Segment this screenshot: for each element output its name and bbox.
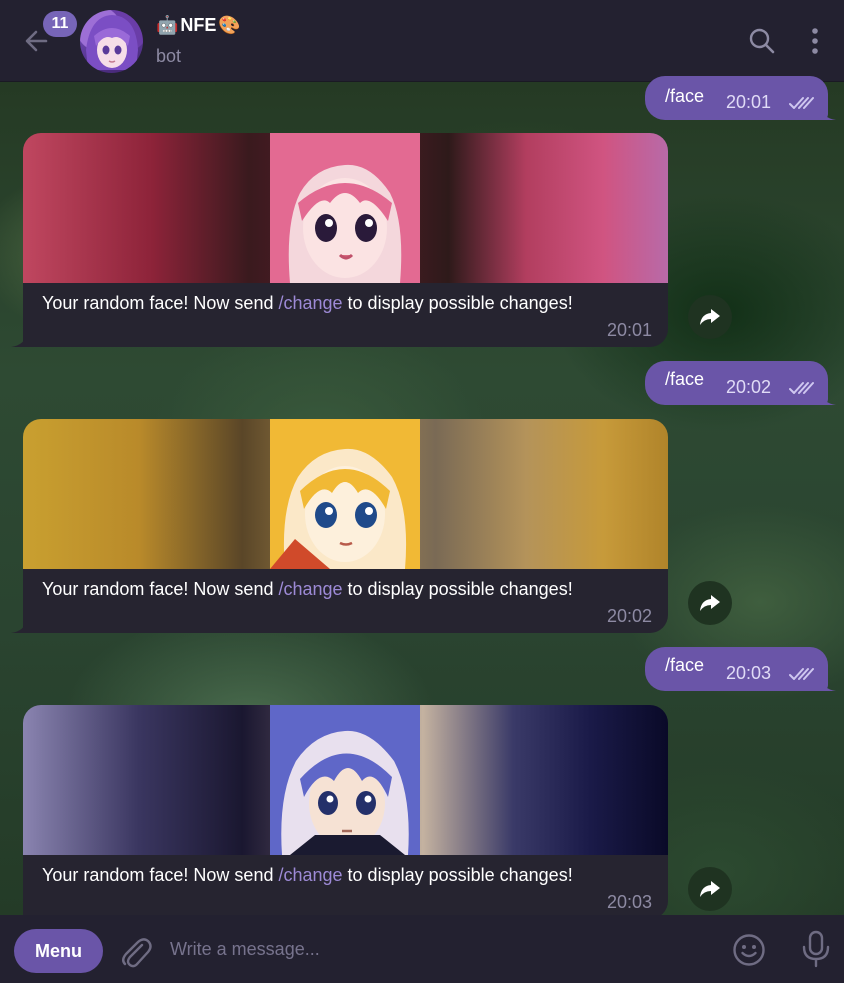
message-composer: Menu — [0, 915, 844, 983]
command-link[interactable]: /change — [278, 865, 342, 885]
forward-button[interactable] — [688, 581, 732, 625]
message-time: 20:03 — [726, 663, 772, 683]
double-check-icon — [789, 668, 814, 680]
emoji-icon — [733, 934, 765, 966]
caption-text: Your random face! Now send /change to di… — [42, 293, 573, 314]
caption-suffix: to display possible changes! — [342, 579, 573, 599]
forward-arrow-icon — [700, 309, 720, 325]
anime-face-image — [270, 705, 420, 855]
bubble-tail — [820, 677, 836, 691]
chat-header: 11 🤖 NFE 🎨 bot — [0, 0, 844, 82]
caption-prefix: Your random face! Now send — [42, 865, 279, 885]
forward-button[interactable] — [688, 295, 732, 339]
incoming-photo-message[interactable]: Your random face! Now send /change to di… — [11, 133, 668, 347]
attach-button[interactable] — [120, 935, 152, 969]
message-text: /face — [665, 655, 705, 675]
anime-face-image — [270, 419, 420, 569]
search-button[interactable] — [748, 27, 776, 55]
command-link[interactable]: /change — [278, 579, 342, 599]
forward-arrow-icon — [700, 881, 720, 897]
chat-title[interactable]: 🤖 NFE 🎨 — [156, 15, 241, 36]
outgoing-message[interactable]: /face 20:02 — [645, 361, 836, 405]
forward-arrow-icon — [700, 595, 720, 611]
search-icon — [749, 28, 775, 54]
avatar-face — [86, 15, 138, 70]
message-text: /face — [665, 86, 705, 106]
message-text: /face — [665, 369, 705, 389]
double-check-icon — [789, 382, 814, 394]
outgoing-message[interactable]: /face 20:03 — [645, 647, 836, 691]
more-button[interactable] — [803, 26, 827, 56]
robot-icon: 🤖 — [156, 15, 179, 35]
bubble-tail — [820, 391, 836, 405]
caption-text: Your random face! Now send /change to di… — [42, 579, 573, 600]
outgoing-message[interactable]: /face 20:01 — [645, 76, 836, 120]
incoming-photo-message[interactable]: Your random face! Now send /change to di… — [23, 705, 668, 919]
anime-face-image — [270, 133, 420, 283]
palette-icon: 🎨 — [218, 15, 241, 35]
chat-title-text: NFE — [180, 15, 217, 35]
photo-preview[interactable] — [23, 705, 668, 855]
avatar[interactable] — [80, 10, 143, 73]
double-check-icon — [789, 97, 814, 109]
message-input[interactable] — [170, 932, 690, 966]
photo-caption: Your random face! Now send /change to di… — [11, 569, 668, 633]
message-time: 20:02 — [726, 377, 772, 397]
message-time: 20:01 — [726, 92, 772, 112]
unread-badge: 11 — [43, 11, 77, 37]
caption-suffix: to display possible changes! — [342, 293, 573, 313]
chat-subtitle: bot — [156, 46, 182, 66]
caption-text: Your random face! Now send /change to di… — [42, 865, 573, 886]
more-vertical-icon — [812, 28, 818, 54]
bubble-tail — [11, 619, 27, 633]
photo-caption: Your random face! Now send /change to di… — [23, 855, 668, 919]
bubble-tail — [11, 333, 27, 347]
menu-button[interactable]: Menu — [14, 929, 103, 973]
message-time: 20:02 — [606, 606, 652, 626]
message-time: 20:03 — [606, 892, 652, 912]
message-time: 20:01 — [606, 320, 652, 340]
caption-prefix: Your random face! Now send — [42, 293, 279, 313]
caption-prefix: Your random face! Now send — [42, 579, 279, 599]
photo-preview[interactable] — [23, 419, 668, 569]
incoming-photo-message[interactable]: Your random face! Now send /change to di… — [11, 419, 668, 633]
microphone-button[interactable] — [800, 930, 832, 968]
forward-button[interactable] — [688, 867, 732, 911]
caption-suffix: to display possible changes! — [342, 865, 573, 885]
emoji-button[interactable] — [732, 933, 766, 967]
paperclip-icon — [122, 938, 152, 968]
command-link[interactable]: /change — [278, 293, 342, 313]
bubble-tail — [820, 106, 836, 120]
photo-preview[interactable] — [23, 133, 668, 283]
microphone-icon — [802, 930, 830, 968]
photo-caption: Your random face! Now send /change to di… — [11, 283, 668, 347]
